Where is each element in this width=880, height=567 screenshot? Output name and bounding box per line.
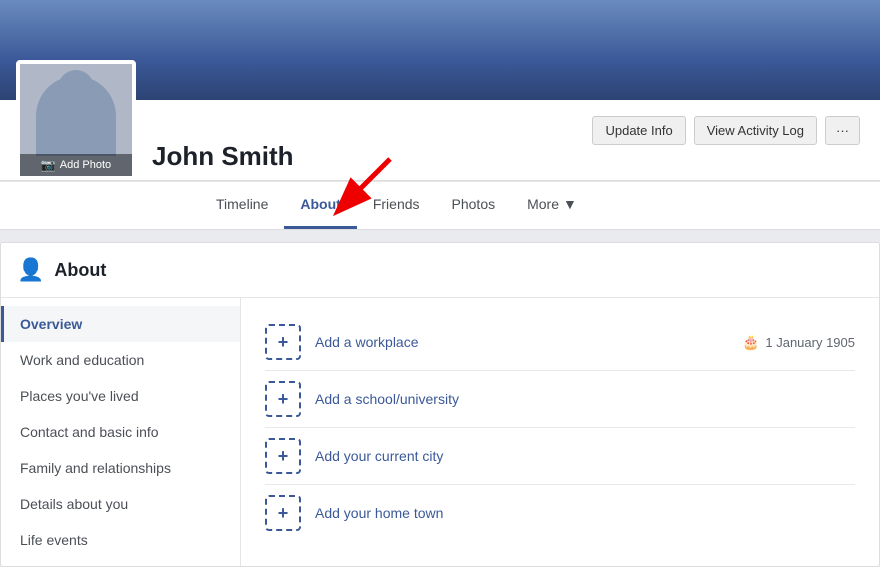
list-item: + Add your home town [265, 485, 855, 541]
about-title-bar: 👤 About [1, 243, 879, 298]
sidebar-item-work-education[interactable]: Work and education [1, 342, 240, 378]
tab-about-label: About [300, 196, 340, 212]
about-sidebar: Overview Work and education Places you'v… [1, 298, 241, 566]
tab-friends-label: Friends [373, 196, 420, 212]
tab-timeline[interactable]: Timeline [200, 182, 284, 229]
about-title-label: About [54, 260, 106, 281]
profile-header-inner: 📷 Add Photo John Smith Update Info View … [0, 100, 880, 229]
plus-icon: + [278, 390, 289, 408]
list-item: + Add a school/university [265, 371, 855, 428]
view-activity-log-button[interactable]: View Activity Log [694, 116, 817, 145]
profile-top: 📷 Add Photo John Smith Update Info View … [0, 100, 880, 181]
tab-timeline-label: Timeline [216, 196, 268, 212]
sidebar-item-life-events[interactable]: Life events [1, 522, 240, 558]
add-city-link[interactable]: Add your current city [315, 448, 855, 464]
sidebar-item-family[interactable]: Family and relationships [1, 450, 240, 486]
sidebar-details-label: Details about you [20, 496, 128, 512]
add-workplace-button[interactable]: + [265, 324, 301, 360]
sidebar-work-label: Work and education [20, 352, 144, 368]
add-photo-button[interactable]: 📷 Add Photo [20, 154, 132, 176]
about-section: 👤 About Overview Work and education Plac… [0, 242, 880, 567]
add-workplace-link[interactable]: Add a workplace [315, 334, 728, 350]
about-content: + Add a workplace 🎂 1 January 1905 + Add… [241, 298, 879, 566]
add-city-button[interactable]: + [265, 438, 301, 474]
sidebar-contact-label: Contact and basic info [20, 424, 159, 440]
sidebar-life-events-label: Life events [20, 532, 88, 548]
plus-icon: + [278, 447, 289, 465]
profile-name: John Smith [152, 141, 848, 172]
add-hometown-link[interactable]: Add your home town [315, 505, 855, 521]
add-photo-label: Add Photo [60, 159, 111, 171]
plus-icon: + [278, 333, 289, 351]
profile-actions: Update Info View Activity Log ··· [592, 116, 860, 145]
birthday-date: 1 January 1905 [765, 335, 855, 350]
sidebar-places-label: Places you've lived [20, 388, 139, 404]
sidebar-item-overview[interactable]: Overview [1, 306, 240, 342]
tab-friends[interactable]: Friends [357, 182, 436, 229]
more-options-button[interactable]: ··· [825, 116, 860, 145]
tab-photos[interactable]: Photos [436, 182, 512, 229]
camera-icon: 📷 [41, 158, 56, 172]
about-body: Overview Work and education Places you'v… [1, 298, 879, 566]
sidebar-family-label: Family and relationships [20, 460, 171, 476]
list-item: + Add your current city [265, 428, 855, 485]
tab-photos-label: Photos [452, 196, 496, 212]
tab-more[interactable]: More ▼ [511, 182, 593, 229]
add-hometown-button[interactable]: + [265, 495, 301, 531]
list-item: + Add a workplace 🎂 1 January 1905 [265, 314, 855, 371]
plus-icon: + [278, 504, 289, 522]
add-school-link[interactable]: Add a school/university [315, 391, 855, 407]
cake-icon: 🎂 [742, 334, 759, 351]
sidebar-overview-label: Overview [20, 316, 82, 332]
update-info-button[interactable]: Update Info [592, 116, 685, 145]
profile-header: 📷 Add Photo John Smith Update Info View … [0, 0, 880, 230]
chevron-down-icon: ▼ [563, 196, 577, 212]
tab-about[interactable]: About [284, 182, 356, 229]
birthday-info: 🎂 1 January 1905 [742, 334, 855, 351]
sidebar-item-details[interactable]: Details about you [1, 486, 240, 522]
profile-nav: Timeline About Friends Photos More ▼ [0, 181, 880, 229]
person-icon: 👤 [17, 257, 44, 283]
tab-more-label: More [527, 196, 559, 212]
avatar-silhouette [36, 76, 116, 156]
sidebar-item-contact[interactable]: Contact and basic info [1, 414, 240, 450]
sidebar-item-places[interactable]: Places you've lived [1, 378, 240, 414]
avatar: 📷 Add Photo [16, 60, 136, 180]
add-school-button[interactable]: + [265, 381, 301, 417]
